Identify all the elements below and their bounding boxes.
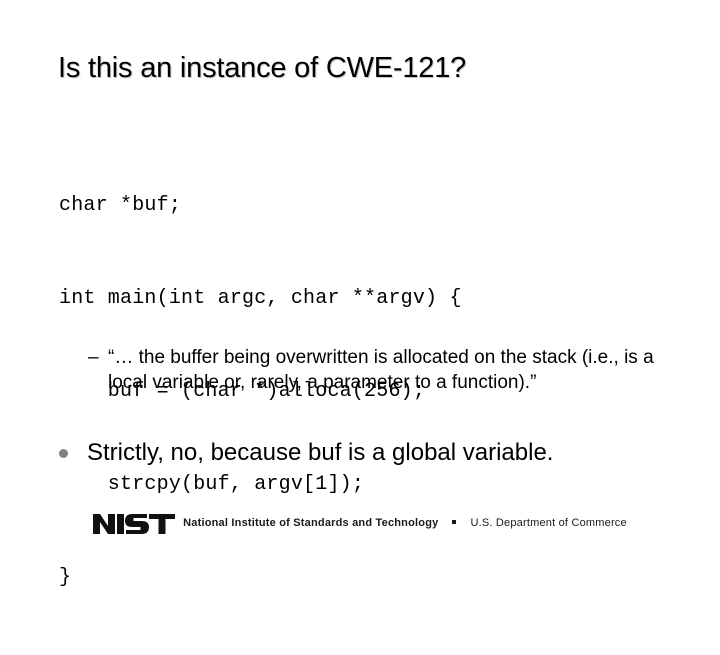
slide-canvas: Is this an instance of CWE-121? char *bu… [0,0,720,589]
page-title: Is this an instance of CWE-121? [58,52,467,84]
dash-bullet-icon: – [88,347,99,368]
code-line: int main(int argc, char **argv) { [59,287,462,310]
code-line: } [59,566,72,589]
footer-tagline: National Institute of Standards and Tech… [183,517,439,529]
slide-footer: National Institute of Standards and Tech… [0,506,720,540]
nist-logo-wrapper [93,510,176,536]
conclusion-list-item: Strictly, no, because buf is a global va… [59,438,679,468]
footer-inner: National Institute of Standards and Tech… [93,510,627,536]
nist-logo-icon [93,514,176,534]
round-bullet-icon [59,449,68,458]
code-line: strcpy(buf, argv[1]); [59,473,365,496]
footer-separator-icon [452,520,457,524]
quote-list-item: – “… the buffer being overwritten is all… [88,345,668,395]
code-line: char *buf; [59,194,182,217]
conclusion-text: Strictly, no, because buf is a global va… [87,439,554,466]
footer-department: U.S. Department of Commerce [470,517,627,529]
quote-text: “… the buffer being overwritten is alloc… [108,347,654,393]
